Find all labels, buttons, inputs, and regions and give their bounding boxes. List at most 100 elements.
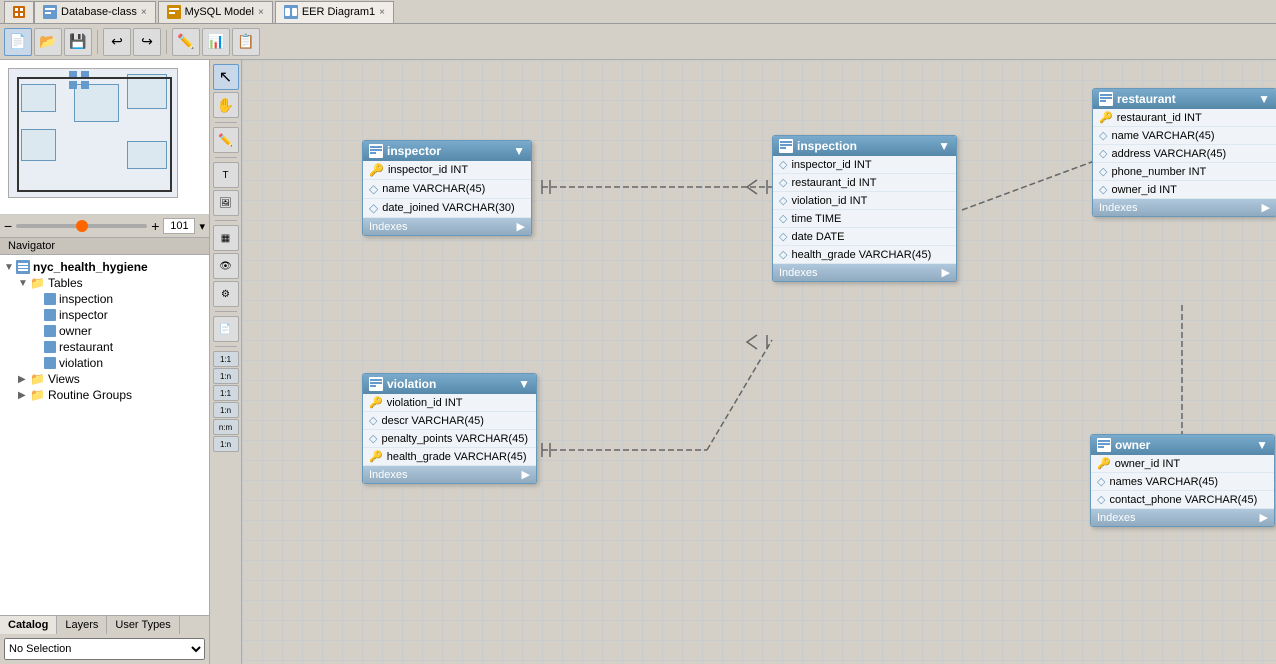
open-button[interactable]: 📂 [34,28,62,56]
rel-1n-tool3[interactable]: 1:n [213,436,239,452]
tab-mysql-model[interactable]: MySQL Model × [158,1,273,23]
restaurant-footer[interactable]: Indexes ▶ [1093,199,1276,216]
pencil-tool[interactable]: ✏️ [213,127,239,153]
save-button[interactable]: 💾 [64,28,92,56]
zoom-thumb [76,220,88,232]
inspector-footer[interactable]: Indexes ▶ [363,218,531,235]
new-button[interactable]: 📄 [4,28,32,56]
inspection-header: inspection ▼ [773,136,956,156]
zoom-slider[interactable] [16,224,147,228]
tab-close[interactable]: × [379,7,385,18]
select-tool[interactable]: ↖ [213,64,239,90]
rel-1n-tool2[interactable]: 1:n [213,402,239,418]
toolbar-sep1 [97,30,98,54]
undo-button[interactable]: ↩ [103,28,131,56]
rel-1n-tool1[interactable]: 1:n [213,368,239,384]
navigator-tab[interactable]: Navigator [0,237,209,254]
field-name: names VARCHAR(45) [1109,476,1218,488]
zoom-bar[interactable]: − + 101 ▾ [0,215,209,237]
diagram-area[interactable]: inspector ▼ 🔑 inspector_id INT ◇ name VA… [242,60,1276,664]
inspection-footer[interactable]: Indexes ▶ [773,264,956,281]
redo-button[interactable]: ↪ [133,28,161,56]
violation-footer[interactable]: Indexes ▶ [363,466,536,483]
table-header-icon [1099,92,1113,106]
table-tool[interactable]: ▦ [213,225,239,251]
view-tool[interactable]: 👁 [213,253,239,279]
table-inspection[interactable]: inspection [4,291,205,307]
eer-icon [284,5,298,19]
routines-folder-icon: 📁 [30,388,45,402]
zoom-dropdown[interactable]: ▾ [199,220,205,233]
table-violation-erd[interactable]: violation ▼ 🔑 violation_id INT ◇ descr V… [362,373,537,484]
table-icon [44,357,56,369]
model-icon [167,5,181,19]
restaurant-field-address: ◇ address VARCHAR(45) [1093,145,1276,163]
owner-footer[interactable]: Indexes ▶ [1091,509,1274,526]
zoom-value[interactable]: 101 [163,218,195,234]
layer-tool[interactable]: 📄 [213,316,239,342]
home-tab[interactable] [4,1,34,23]
field-name: phone_number INT [1111,166,1206,178]
inspector-field-date: ◇ date_joined VARCHAR(30) [363,199,531,218]
zoom-out-button[interactable]: − [4,218,12,234]
hand-tool[interactable]: ✋ [213,92,239,118]
inspection-field-rest: ◇ restaurant_id INT [773,174,956,192]
rel-11-tool2[interactable]: 1:1 [213,385,239,401]
views-group[interactable]: ▶ 📁 Views [4,371,205,387]
indexes-arrow: ▶ [1262,201,1270,214]
chart-button[interactable]: 📊 [202,28,230,56]
image-tool[interactable]: 🖼 [213,190,239,216]
table-restaurant-erd[interactable]: restaurant ▼ 🔑 restaurant_id INT ◇ name … [1092,88,1276,217]
tables-group[interactable]: ▼ 📁 Tables [4,275,205,291]
zoom-in-button[interactable]: + [151,218,159,234]
table-owner[interactable]: owner [4,323,205,339]
restaurant-field-name: ◇ name VARCHAR(45) [1093,127,1276,145]
indexes-label: Indexes [779,267,818,279]
owner-field-phone: ◇ contact_phone VARCHAR(45) [1091,491,1274,509]
routine-tool[interactable]: ⚙ [213,281,239,307]
rel-nm-tool[interactable]: n:m [213,419,239,435]
diamond-icon: ◇ [369,182,378,196]
field-name: descr VARCHAR(45) [381,415,484,427]
restaurant-expand[interactable]: ▼ [1258,92,1270,106]
field-name: restaurant_id INT [791,177,876,189]
violation-expand[interactable]: ▼ [518,377,530,391]
inspection-field-grade: ◇ health_grade VARCHAR(45) [773,246,956,264]
db-root-label[interactable]: nyc_health_hygiene [33,260,148,274]
text-tool[interactable]: T [213,162,239,188]
navigator-thumb[interactable] [0,60,209,215]
field-name: contact_phone VARCHAR(45) [1109,494,1257,506]
table-inspector-erd[interactable]: inspector ▼ 🔑 inspector_id INT ◇ name VA… [362,140,532,236]
tab-database-class[interactable]: Database-class × [34,1,156,23]
table-owner-erd[interactable]: owner ▼ 🔑 owner_id INT ◇ names VARCHAR(4… [1090,434,1275,527]
inspector-expand[interactable]: ▼ [513,144,525,158]
table-inspection-erd[interactable]: inspection ▼ ◇ inspector_id INT ◇ restau… [772,135,957,282]
table-icon [44,293,56,305]
edit-button[interactable]: ✏️ [172,28,200,56]
table-restaurant[interactable]: restaurant [4,339,205,355]
field-name: name VARCHAR(45) [382,183,485,195]
tree-root[interactable]: ▼ nyc_health_hygiene [4,259,205,275]
copy-button[interactable]: 📋 [232,28,260,56]
routines-group[interactable]: ▶ 📁 Routine Groups [4,387,205,403]
usertypes-tab[interactable]: User Types [107,616,179,634]
inspection-expand[interactable]: ▼ [938,139,950,153]
indexes-arrow: ▶ [1260,511,1268,524]
selection-dropdown[interactable]: No Selection [4,638,205,660]
toolbar-sep2 [166,30,167,54]
key-icon: 🔑 [369,396,383,409]
inspection-field-date: ◇ date DATE [773,228,956,246]
rel-11-tool[interactable]: 1:1 [213,351,239,367]
tab-close[interactable]: × [141,7,147,18]
owner-expand[interactable]: ▼ [1256,438,1268,452]
owner-header: owner ▼ [1091,435,1274,455]
tab-close[interactable]: × [258,7,264,18]
tab-label: Database-class [61,6,137,18]
tab-eer-diagram[interactable]: EER Diagram1 × [275,1,394,23]
tree-panel: ▼ nyc_health_hygiene ▼ 📁 Tables inspecti… [0,255,209,615]
table-inspector[interactable]: inspector [4,307,205,323]
catalog-tab[interactable]: Catalog [0,616,57,634]
table-violation[interactable]: violation [4,355,205,371]
restaurant-field-id: 🔑 restaurant_id INT [1093,109,1276,127]
layers-tab[interactable]: Layers [57,616,107,634]
